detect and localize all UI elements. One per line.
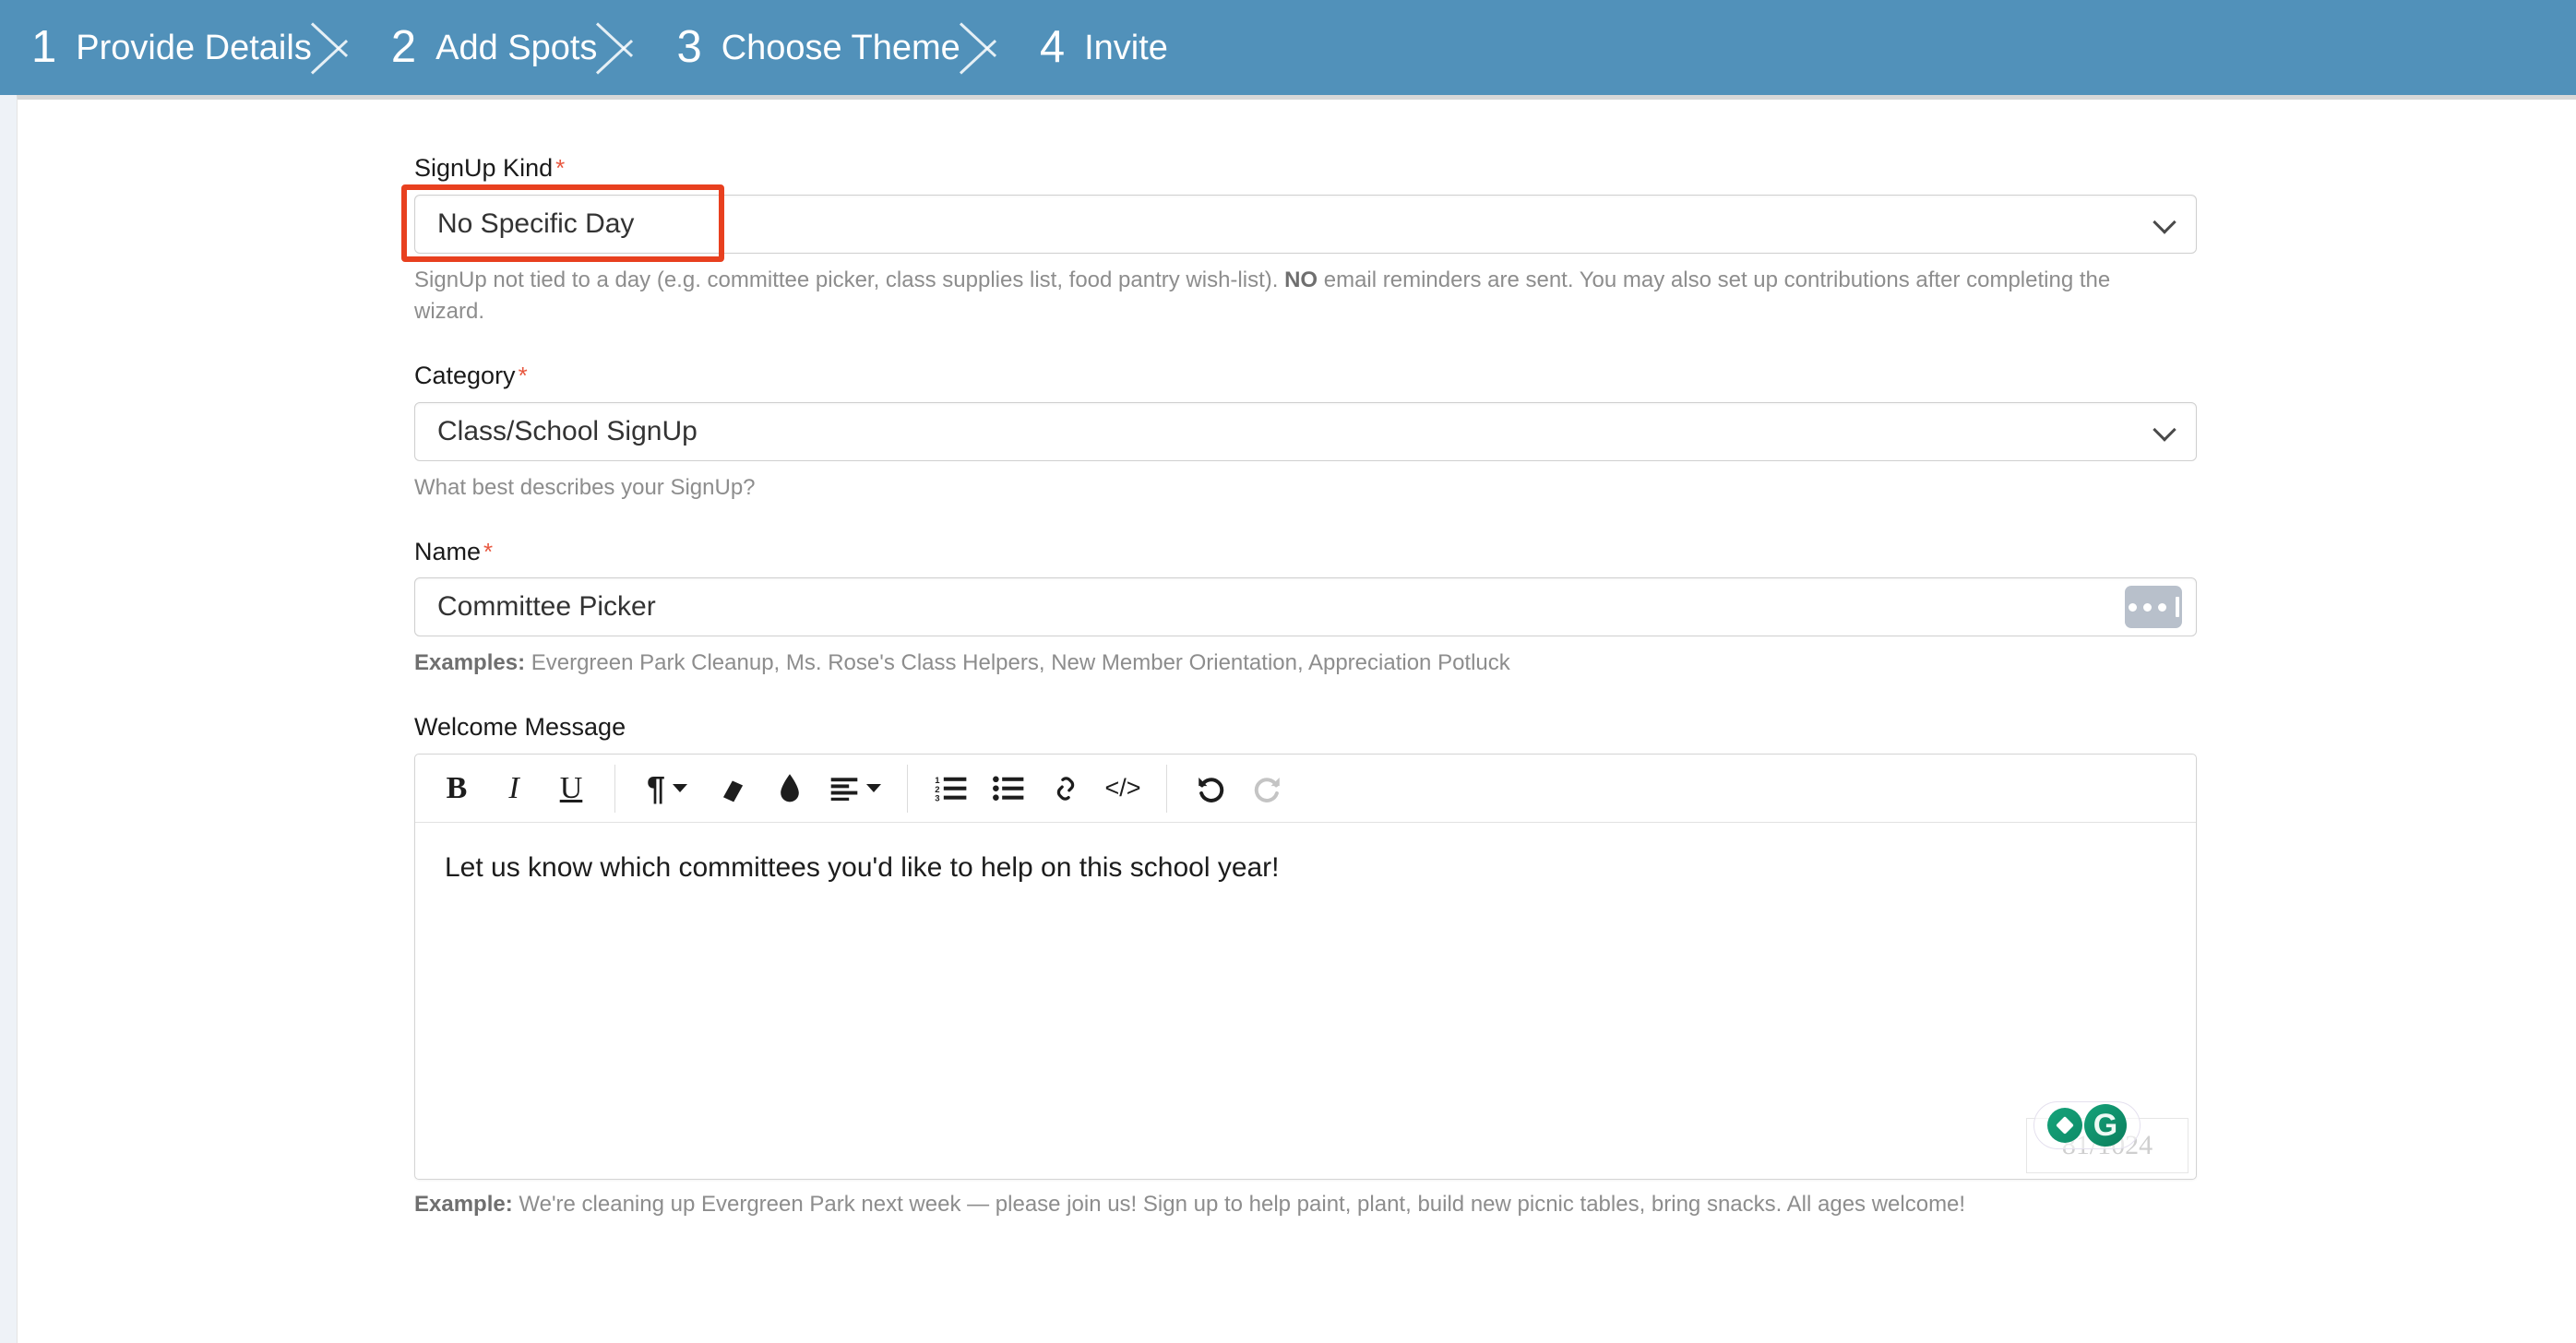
grammarly-logo-icon: G — [2084, 1104, 2127, 1147]
wizard-chevron-3 — [960, 0, 1008, 95]
name-examples-body: Evergreen Park Cleanup, Ms. Rose's Class… — [525, 650, 1510, 676]
wizard-step-3-number: 3 — [676, 22, 701, 72]
dot-2 — [2142, 602, 2152, 612]
bold-icon[interactable]: B — [428, 762, 485, 815]
wizard-step-4[interactable]: 4 Invite — [1008, 0, 1168, 95]
field-name: Name * Committee Picker Examples: Evergre… — [414, 537, 2576, 680]
name-input-value: Committee Picker — [437, 591, 656, 623]
chevron-down-icon — [866, 784, 881, 793]
signup-kind-selected-value: No Specific Day — [437, 208, 635, 239]
svg-text:3: 3 — [935, 793, 939, 802]
wizard-step-2-number: 2 — [390, 22, 416, 72]
field-welcome-message: Welcome Message B I U ¶ 1 2 3 </> Let us… — [414, 714, 2576, 1218]
category-required-asterisk: * — [518, 361, 528, 389]
signup-kind-required-asterisk: * — [555, 154, 566, 182]
name-required-asterisk: * — [483, 537, 494, 565]
wizard-step-1[interactable]: 1 Provide Details — [0, 0, 312, 95]
name-label: Name * — [414, 537, 2576, 566]
signup-details-form: SignUp Kind * No Specific Day SignUp not … — [18, 100, 2576, 1218]
insert-link-icon[interactable] — [1037, 762, 1094, 815]
category-label-text: Category — [414, 361, 516, 389]
name-input-wrapper: Committee Picker — [414, 577, 2197, 637]
ellipsis-more-icon[interactable] — [2125, 586, 2182, 629]
wizard-step-3-label: Choose Theme — [721, 28, 960, 67]
undo-icon[interactable] — [1182, 762, 1239, 815]
text-cursor-icon — [2175, 597, 2179, 618]
category-selected-value: Class/School SignUp — [437, 415, 698, 446]
category-label: Category * — [414, 362, 2576, 390]
signup-kind-label: SignUp Kind * — [414, 154, 2576, 183]
form-card: SignUp Kind * No Specific Day SignUp not … — [17, 95, 2576, 1343]
italic-icon[interactable]: I — [485, 762, 543, 815]
wizard-step-2-label: Add Spots — [435, 28, 598, 67]
align-left-icon[interactable] — [818, 762, 892, 815]
eraser-icon[interactable] — [704, 762, 761, 815]
signup-kind-helper-no: NO — [1284, 267, 1318, 292]
editor-content-area[interactable]: Let us know which committees you'd like … — [415, 823, 2196, 1179]
redo-icon[interactable] — [1239, 762, 1296, 815]
name-examples-lead: Examples: — [414, 650, 526, 676]
chevron-down-icon — [673, 784, 688, 793]
wizard-step-1-number: 1 — [31, 22, 56, 72]
wizard-step-4-number: 4 — [1039, 22, 1065, 72]
dot-1 — [2128, 602, 2137, 612]
wizard-step-1-label: Provide Details — [76, 28, 312, 67]
toolbar-divider — [907, 764, 908, 813]
welcome-example-body: We're cleaning up Evergreen Park next we… — [512, 1192, 1966, 1218]
wizard-chevron-1 — [312, 0, 360, 95]
wizard-step-2[interactable]: 2 Add Spots — [360, 0, 598, 95]
name-examples-text: Examples: Evergreen Park Cleanup, Ms. Ro… — [414, 648, 2158, 679]
text-color-droplet-icon[interactable] — [761, 762, 818, 815]
field-signup-kind: SignUp Kind * No Specific Day SignUp not … — [401, 154, 2576, 327]
page-background: SignUp Kind * No Specific Day SignUp not … — [0, 95, 2576, 1343]
signup-kind-label-text: SignUp Kind — [414, 154, 554, 182]
wizard-progress-bar: 1 Provide Details 2 Add Spots 3 Choose T… — [0, 0, 2576, 95]
signup-kind-select-wrapper: No Specific Day — [401, 184, 2197, 262]
welcome-message-label: Welcome Message — [414, 713, 626, 742]
welcome-message-example-text: Example: We're cleaning up Evergreen Par… — [414, 1192, 2576, 1218]
grammarly-widget[interactable]: G — [2033, 1101, 2141, 1150]
field-category: Category * Class/School SignUp What best … — [414, 362, 2576, 504]
grammarly-status-icon — [2047, 1108, 2082, 1144]
editor-overlay-badge: 81/1024 G — [2026, 1101, 2188, 1174]
signup-kind-helper-text: SignUp not tied to a day (e.g. committee… — [414, 265, 2158, 327]
toolbar-divider — [614, 764, 615, 813]
name-label-text: Name — [414, 537, 482, 565]
signup-kind-select[interactable]: No Specific Day — [414, 194, 2197, 254]
category-select[interactable]: Class/School SignUp — [414, 401, 2197, 461]
unordered-list-icon[interactable] — [980, 762, 1037, 815]
welcome-example-lead: Example: — [414, 1192, 513, 1218]
wizard-chevron-2 — [597, 0, 645, 95]
editor-toolbar: B I U ¶ 1 2 3 </> — [415, 755, 2196, 824]
name-input[interactable]: Committee Picker — [414, 577, 2197, 637]
dot-3 — [2157, 602, 2166, 612]
wizard-step-3[interactable]: 3 Choose Theme — [645, 0, 960, 95]
toolbar-divider — [1166, 764, 1167, 813]
rich-text-editor: B I U ¶ 1 2 3 </> Let us know which comm… — [414, 754, 2197, 1181]
category-select-wrapper: Class/School SignUp — [414, 401, 2197, 461]
signup-kind-helper-part1: SignUp not tied to a day (e.g. committee… — [414, 267, 1285, 292]
editor-body-text: Let us know which committees you'd like … — [445, 852, 1280, 884]
category-helper-text: What best describes your SignUp? — [414, 474, 756, 500]
underline-icon[interactable]: U — [543, 762, 600, 815]
code-view-icon[interactable]: </> — [1094, 762, 1151, 815]
ordered-list-icon[interactable]: 1 2 3 — [923, 762, 980, 815]
paragraph-format-icon[interactable]: ¶ — [630, 762, 704, 815]
wizard-step-4-label: Invite — [1084, 28, 1168, 67]
